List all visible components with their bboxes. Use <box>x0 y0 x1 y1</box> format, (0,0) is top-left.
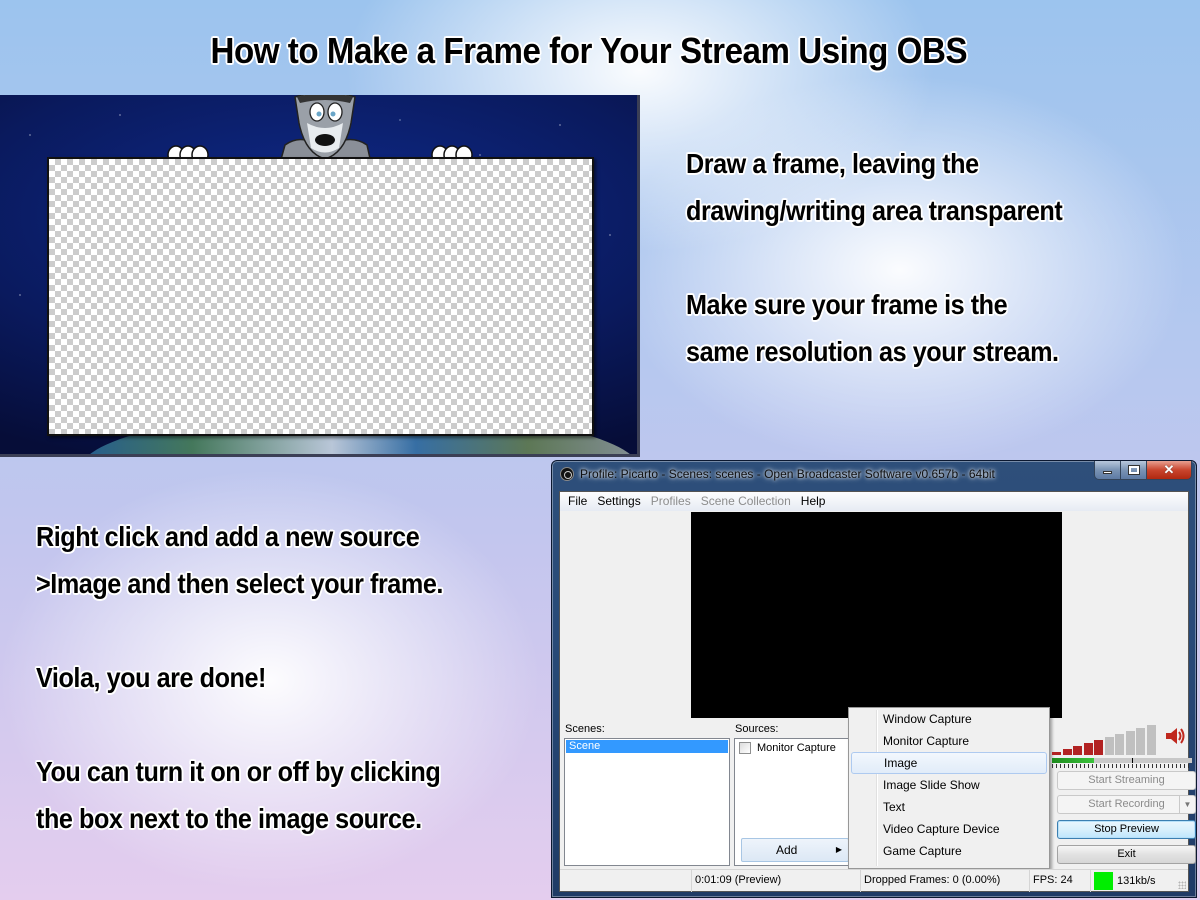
start-recording-button[interactable]: Start Recording ▼ <box>1057 795 1196 814</box>
wolf-character-icon <box>279 95 372 163</box>
scenes-label: Scenes: <box>565 723 605 735</box>
audio-level-marker <box>1132 758 1133 763</box>
status-bar: 0:01:09 (Preview) Dropped Frames: 0 (0.0… <box>560 869 1189 892</box>
window-title: Profile: Picarto - Scenes: scenes - Open… <box>580 467 995 481</box>
volume-bar <box>1146 725 1156 755</box>
bitrate-value: 131kb/s <box>1117 874 1156 887</box>
title-bar[interactable]: Profile: Picarto - Scenes: scenes - Open… <box>552 461 1196 489</box>
obs-window: Profile: Picarto - Scenes: scenes - Open… <box>551 460 1197 898</box>
start-recording-label: Start Recording <box>1088 798 1165 810</box>
stop-preview-button[interactable]: Stop Preview <box>1057 820 1196 839</box>
instruction-line: drawing/writing area transparent <box>686 195 1063 226</box>
status-time: 0:01:09 (Preview) <box>691 870 859 892</box>
menu-file[interactable]: File <box>563 492 592 511</box>
maximize-icon <box>1127 465 1140 475</box>
page-title: How to Make a Frame for Your Stream Usin… <box>210 30 968 71</box>
menu-item-game-capture[interactable]: Game Capture <box>849 840 1049 862</box>
add-label: Add <box>776 843 798 857</box>
audio-level-bar <box>1052 758 1192 763</box>
scenes-list[interactable]: Scene <box>564 738 730 866</box>
instruction-line: the box next to the image source. <box>36 803 422 834</box>
bitrate-indicator <box>1094 872 1113 890</box>
instruction-line: Draw a frame, leaving the <box>686 148 979 179</box>
volume-bar <box>1115 734 1124 755</box>
sources-label: Sources: <box>735 723 779 735</box>
menu-help[interactable]: Help <box>796 492 831 511</box>
start-streaming-button[interactable]: Start Streaming <box>1057 771 1196 790</box>
close-button[interactable]: ✕ <box>1147 461 1191 479</box>
volume-meter[interactable] <box>1052 723 1156 755</box>
instruction-line: You can turn it on or off by clicking <box>36 756 441 787</box>
status-fps: FPS: 24 <box>1029 870 1089 892</box>
menu-item-text[interactable]: Text <box>849 796 1049 818</box>
instructions-top: Draw a frame, leaving the drawing/writin… <box>686 140 1063 375</box>
menu-profiles[interactable]: Profiles <box>646 492 696 511</box>
source-label: Monitor Capture <box>757 742 836 754</box>
volume-bar <box>1083 743 1093 755</box>
status-dropped-frames: Dropped Frames: 0 (0.00%) <box>860 870 1028 892</box>
obs-logo-icon <box>560 467 574 481</box>
add-source-submenu: Window Capture Monitor Capture Image Ima… <box>848 707 1050 869</box>
chevron-down-icon[interactable]: ▼ <box>1179 796 1195 813</box>
volume-bar <box>1125 731 1135 755</box>
volume-bar <box>1094 740 1103 755</box>
volume-bar <box>1062 749 1072 755</box>
volume-bar <box>1073 746 1082 755</box>
instructions-bottom: Right click and add a new source >Image … <box>36 513 443 842</box>
frame-preview-image <box>0 95 640 457</box>
speaker-icon[interactable] <box>1164 725 1186 747</box>
close-icon: ✕ <box>1163 462 1175 477</box>
resize-grip[interactable] <box>1178 881 1186 889</box>
status-bitrate: 131kb/s <box>1090 870 1189 892</box>
instruction-line: >Image and then select your frame. <box>36 568 443 599</box>
instruction-line: Viola, you are done! <box>36 662 267 693</box>
audio-level-ticks <box>1052 764 1192 768</box>
menu-item-window-capture[interactable]: Window Capture <box>849 708 1049 730</box>
source-visibility-checkbox[interactable] <box>739 742 751 754</box>
submenu-arrow-icon: ▶ <box>835 845 842 854</box>
maximize-button[interactable] <box>1121 461 1147 479</box>
menu-item-video-capture-device[interactable]: Video Capture Device <box>849 818 1049 840</box>
add-source-menu-item[interactable]: Add ▶ <box>741 838 849 862</box>
volume-bar <box>1136 728 1145 755</box>
volume-bar <box>1052 752 1061 755</box>
transparent-sign-area <box>47 157 594 436</box>
menu-bar: File Settings Profiles Scene Collection … <box>560 492 1188 511</box>
exit-button[interactable]: Exit <box>1057 845 1196 864</box>
source-item[interactable]: Monitor Capture <box>735 739 849 757</box>
instruction-line: Make sure your frame is the <box>686 289 1008 320</box>
instruction-line: Right click and add a new source <box>36 521 420 552</box>
menu-settings[interactable]: Settings <box>592 492 645 511</box>
obs-client-area: File Settings Profiles Scene Collection … <box>559 491 1196 892</box>
audio-level-fill <box>1052 758 1094 763</box>
menu-item-monitor-capture[interactable]: Monitor Capture <box>849 730 1049 752</box>
menu-item-image[interactable]: Image <box>851 752 1047 774</box>
scene-item[interactable]: Scene <box>566 740 728 753</box>
volume-bar <box>1104 737 1114 755</box>
menu-scene-collection[interactable]: Scene Collection <box>696 492 796 511</box>
minimize-button[interactable] <box>1095 461 1121 479</box>
menu-item-image-slide-show[interactable]: Image Slide Show <box>849 774 1049 796</box>
window-controls: ✕ <box>1094 461 1192 480</box>
stream-preview[interactable] <box>691 512 1062 718</box>
minimize-icon <box>1103 471 1112 474</box>
instruction-line: same resolution as your stream. <box>686 336 1059 367</box>
